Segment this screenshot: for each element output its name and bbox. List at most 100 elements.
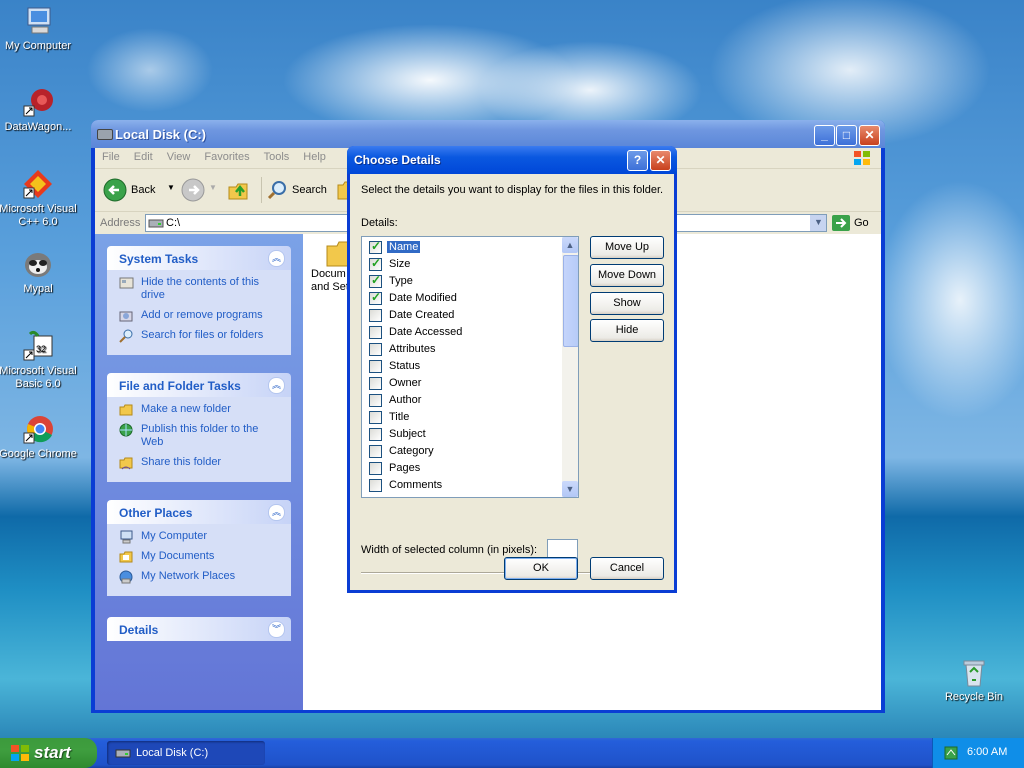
column-width-label: Width of selected column (in pixels): xyxy=(361,544,538,556)
details-list-item[interactable]: ✓ Size xyxy=(362,256,562,273)
checkbox[interactable]: ✓ xyxy=(369,290,382,305)
details-list-item[interactable]: Date Created xyxy=(362,307,562,324)
recycle-bin-icon xyxy=(958,656,990,688)
details-list-item[interactable]: ✓ Name xyxy=(362,239,562,256)
minimize-button[interactable]: _ xyxy=(814,125,835,146)
checkbox[interactable] xyxy=(369,343,382,356)
task-publish-folder[interactable]: Publish this folder to the Web xyxy=(119,423,281,449)
dialog-close-button[interactable]: ✕ xyxy=(650,150,671,171)
collapse-chevron-icon[interactable]: ︽ xyxy=(268,504,285,521)
menu-favorites[interactable]: Favorites xyxy=(197,148,256,163)
details-list-item[interactable]: ✓ Type xyxy=(362,273,562,290)
move-down-button[interactable]: Move Down xyxy=(590,264,664,287)
back-dropdown-icon[interactable]: ▼ xyxy=(167,183,175,192)
go-button[interactable]: Go xyxy=(832,215,877,231)
checkbox[interactable] xyxy=(369,377,382,390)
panel-header[interactable]: Other Places ︽ xyxy=(107,500,291,524)
desktop-icon-visual-cpp[interactable]: Microsoft Visual C++ 6.0 xyxy=(0,168,78,229)
menu-file[interactable]: File xyxy=(95,148,127,163)
collapse-chevron-icon[interactable]: ︽ xyxy=(268,377,285,394)
my-computer-icon xyxy=(22,5,54,37)
panel-header[interactable]: File and Folder Tasks ︽ xyxy=(107,373,291,397)
expand-chevron-icon[interactable]: ︾ xyxy=(268,621,285,638)
checkbox[interactable] xyxy=(369,394,382,407)
taskbar-item-local-disk[interactable]: Local Disk (C:) xyxy=(107,741,265,765)
details-list-item[interactable]: Title xyxy=(362,409,562,426)
scroll-up-button[interactable]: ▲ xyxy=(562,237,578,253)
details-list-item[interactable]: Author xyxy=(362,392,562,409)
help-button[interactable]: ? xyxy=(627,150,648,171)
checkbox[interactable] xyxy=(369,411,382,424)
menu-edit[interactable]: Edit xyxy=(127,148,160,163)
checkbox[interactable] xyxy=(369,462,382,475)
back-button[interactable]: Back ▼ xyxy=(101,177,175,203)
details-listbox[interactable]: ✓ Name ✓ Size ✓ Type ✓ Date Modified Date Create… xyxy=(361,236,579,498)
desktop-icon-visual-basic[interactable]: 32 Microsoft Visual Basic 6.0 xyxy=(0,330,78,391)
details-list-item[interactable]: Attributes xyxy=(362,341,562,358)
details-item-label: Size xyxy=(389,258,411,270)
address-label: Address xyxy=(100,217,141,229)
desktop-icon-my-computer[interactable]: My Computer xyxy=(0,5,78,53)
tray-network-icon[interactable] xyxy=(943,745,959,761)
task-hide-drive-contents[interactable]: Hide the contents of this drive xyxy=(119,276,281,302)
desktop-icon-mypal[interactable]: Mypal xyxy=(0,248,78,296)
dialog-titlebar[interactable]: Choose Details ? ✕ xyxy=(347,146,677,174)
close-button[interactable]: ✕ xyxy=(859,125,880,146)
checkbox[interactable] xyxy=(369,428,382,441)
ok-button[interactable]: OK xyxy=(504,557,578,580)
desktop-icon-chrome[interactable]: Google Chrome xyxy=(0,413,78,461)
maximize-button[interactable]: □ xyxy=(836,125,857,146)
dialog-body: Select the details you want to display f… xyxy=(350,174,674,590)
checkbox[interactable] xyxy=(369,326,382,339)
up-folder-icon[interactable] xyxy=(227,178,251,202)
details-list-item[interactable]: Category xyxy=(362,443,562,460)
move-up-button[interactable]: Move Up xyxy=(590,236,664,259)
desktop-icon-recycle-bin[interactable]: Recycle Bin xyxy=(934,656,1014,704)
details-item-label: Name xyxy=(387,241,421,253)
panel-header[interactable]: Details ︾ xyxy=(107,617,291,641)
panel-file-folder-tasks: File and Folder Tasks ︽ Make a new folde… xyxy=(107,373,291,482)
scroll-down-button[interactable]: ▼ xyxy=(562,481,578,497)
details-list-item[interactable]: Comments xyxy=(362,477,562,494)
task-search-files[interactable]: Search for files or folders xyxy=(119,329,281,343)
checkbox[interactable]: ✓ xyxy=(369,273,382,288)
task-my-computer[interactable]: My Computer xyxy=(119,530,281,544)
scroll-thumb[interactable] xyxy=(563,255,578,347)
search-button[interactable]: Search xyxy=(261,177,332,203)
task-my-network-places[interactable]: My Network Places xyxy=(119,570,281,584)
collapse-chevron-icon[interactable]: ︽ xyxy=(268,250,285,267)
menu-help[interactable]: Help xyxy=(296,148,333,163)
vertical-scrollbar[interactable]: ▲ ▼ xyxy=(562,237,578,497)
checkbox[interactable] xyxy=(369,445,382,458)
checkbox[interactable] xyxy=(369,309,382,322)
desktop-icon-datawagon[interactable]: DataWagon... xyxy=(0,86,78,134)
task-add-remove-programs[interactable]: Add or remove programs xyxy=(119,309,281,322)
address-dropdown-button[interactable]: ▼ xyxy=(810,215,826,231)
details-list-item[interactable]: Pages xyxy=(362,460,562,477)
cancel-button[interactable]: Cancel xyxy=(590,557,664,580)
hide-button[interactable]: Hide xyxy=(590,319,664,342)
menu-view[interactable]: View xyxy=(160,148,198,163)
explorer-titlebar[interactable]: Local Disk (C:) _ □ ✕ xyxy=(91,120,885,148)
forward-arrow-icon[interactable] xyxy=(181,178,205,202)
desktop-icon-label: My Computer xyxy=(4,40,72,52)
clock[interactable]: 6:00 AM xyxy=(967,746,1007,758)
details-list-item[interactable]: Subject xyxy=(362,426,562,443)
checkbox[interactable] xyxy=(369,479,382,492)
details-list-item[interactable]: Status xyxy=(362,358,562,375)
show-button[interactable]: Show xyxy=(590,292,664,315)
checkmark-icon: ✓ xyxy=(371,256,382,270)
details-list-item[interactable]: ✓ Date Modified xyxy=(362,290,562,307)
start-button[interactable]: start xyxy=(0,738,97,768)
details-list-item[interactable]: Owner xyxy=(362,375,562,392)
details-list-item[interactable]: Date Accessed xyxy=(362,324,562,341)
task-make-new-folder[interactable]: Make a new folder xyxy=(119,403,281,416)
checkbox[interactable]: ✓ xyxy=(369,239,382,254)
checkbox[interactable] xyxy=(369,360,382,373)
checkbox[interactable]: ✓ xyxy=(369,256,382,271)
task-share-folder[interactable]: Share this folder xyxy=(119,456,281,470)
menu-tools[interactable]: Tools xyxy=(257,148,297,163)
task-my-documents[interactable]: My Documents xyxy=(119,550,281,563)
forward-dropdown-icon[interactable]: ▼ xyxy=(209,183,217,192)
panel-header[interactable]: System Tasks ︽ xyxy=(107,246,291,270)
